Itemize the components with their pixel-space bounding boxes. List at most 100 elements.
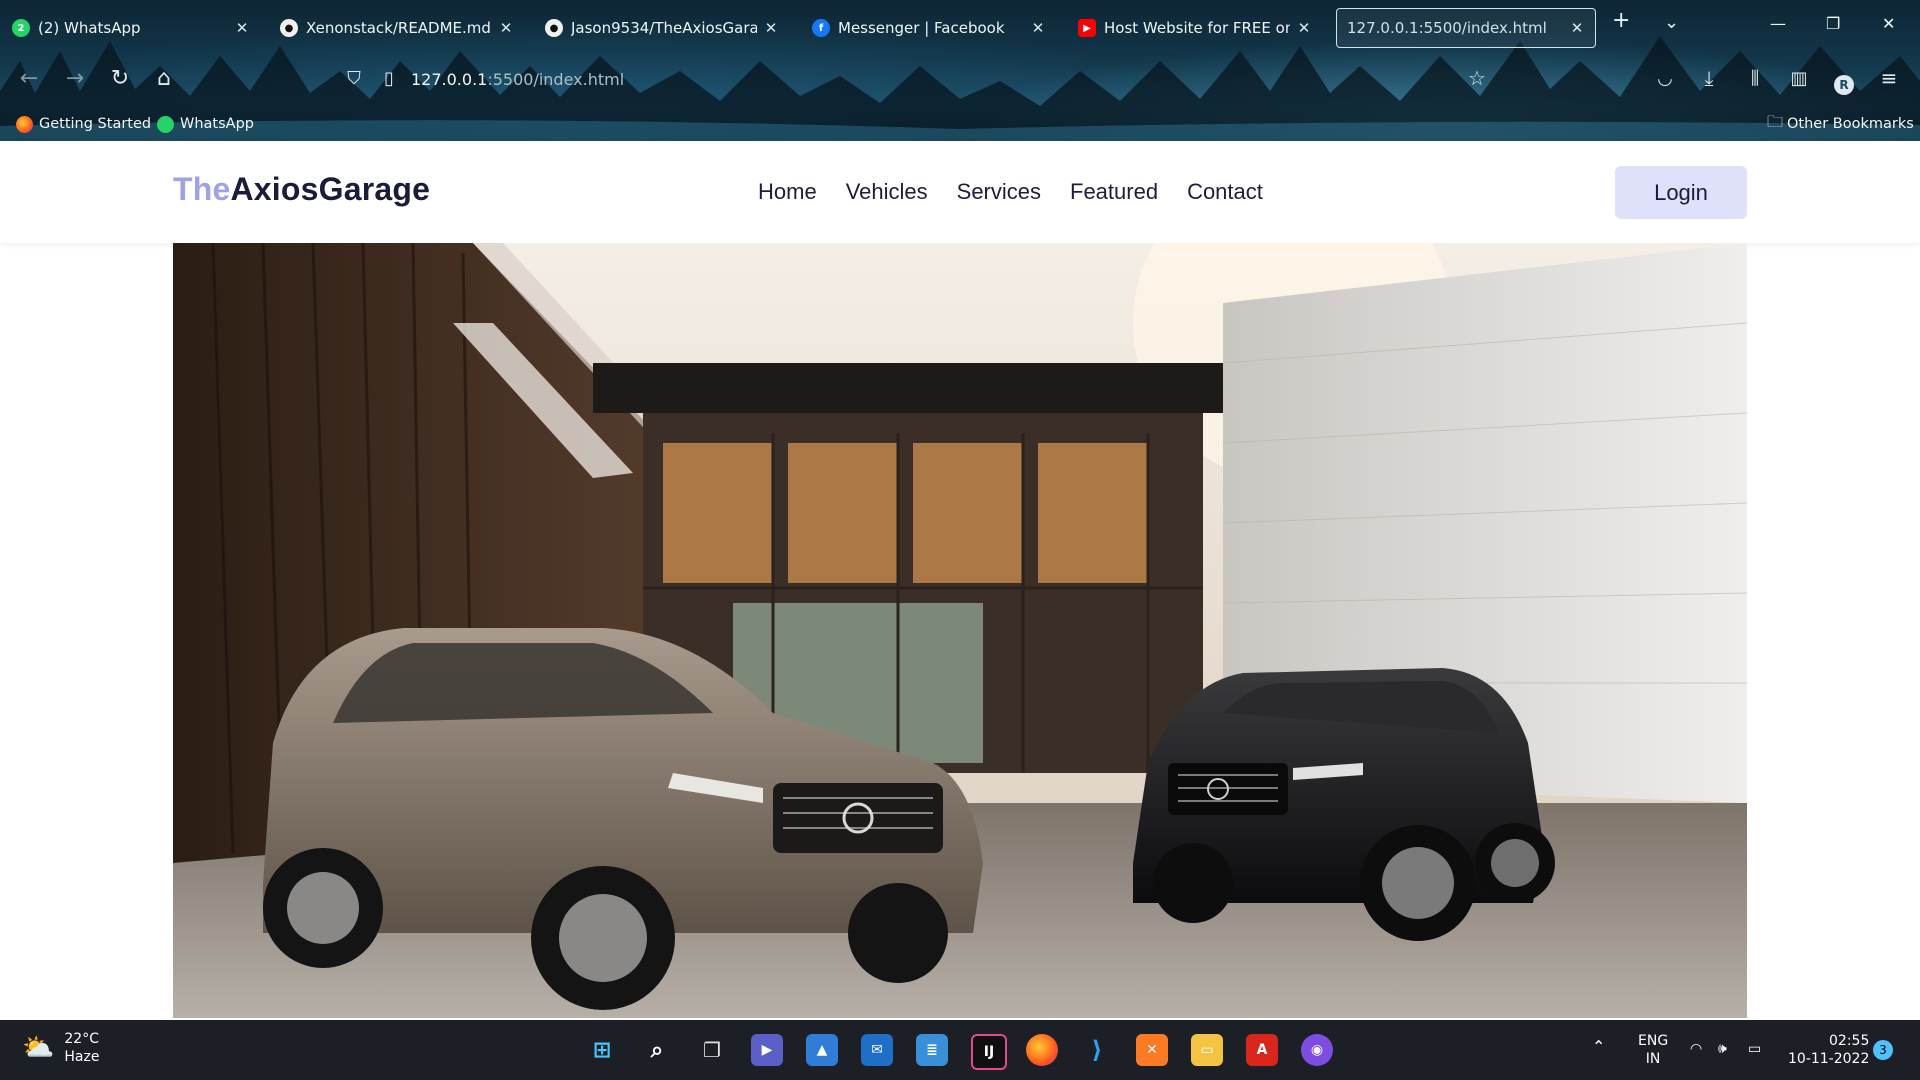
- menu-icon[interactable]: ≡: [1874, 66, 1904, 90]
- nav-vehicles[interactable]: Vehicles: [846, 179, 928, 205]
- logo-part-axiosgarage: AxiosGarage: [230, 171, 431, 207]
- date: 10-11-2022: [1788, 1051, 1870, 1067]
- mail-icon[interactable]: ✉: [861, 1034, 893, 1066]
- time: 02:55: [1829, 1033, 1870, 1049]
- start-icon[interactable]: ⊞: [586, 1034, 618, 1066]
- browser-chrome: 2 (2) WhatsApp ✕ ● Xenonstack/README.md …: [0, 0, 1920, 141]
- teams-icon[interactable]: ▶: [751, 1034, 783, 1066]
- close-tab-icon[interactable]: ✕: [1569, 19, 1585, 37]
- folder-icon: 🗀: [1767, 111, 1784, 131]
- acrobat-icon[interactable]: A: [1246, 1034, 1278, 1066]
- site-logo[interactable]: TheAxiosGarage: [173, 171, 430, 208]
- tab-github-axiosgarage[interactable]: ● Jason9534/TheAxiosGarage.g ✕: [535, 8, 789, 48]
- account-avatar[interactable]: R: [1829, 70, 1859, 95]
- navigation-toolbar: ← → ↻ ⌂ ⛉ ▯ 127.0.0.1:5500/index.html ☆ …: [0, 60, 1920, 102]
- notification-badge[interactable]: 3: [1873, 1040, 1893, 1060]
- new-tab-icon[interactable]: +: [1612, 8, 1630, 33]
- pocket-icon[interactable]: ◡: [1650, 68, 1680, 89]
- clock[interactable]: 02:55 10-11-2022: [1788, 1032, 1869, 1068]
- downloads-icon[interactable]: ⤓: [1694, 66, 1724, 90]
- page-info-icon[interactable]: ▯: [374, 68, 404, 89]
- tab-github-xenonstack[interactable]: ● Xenonstack/README.md at g ✕: [270, 8, 524, 48]
- vscode-icon[interactable]: ⟩: [1081, 1034, 1113, 1066]
- battery-icon[interactable]: ▭: [1748, 1040, 1761, 1058]
- wifi-icon[interactable]: ◠: [1690, 1040, 1702, 1058]
- hero-car-photo: [173, 243, 1747, 1018]
- firefox-icon[interactable]: [1026, 1034, 1058, 1066]
- shield-icon[interactable]: ⛉: [339, 68, 369, 89]
- close-tab-icon[interactable]: ✕: [498, 19, 514, 37]
- tab-messenger[interactable]: f Messenger | Facebook ✕: [802, 8, 1056, 48]
- nav-contact[interactable]: Contact: [1187, 179, 1263, 205]
- reload-icon[interactable]: ↻: [105, 66, 135, 91]
- library-icon[interactable]: ⫼: [1740, 68, 1770, 89]
- bookmark-label: WhatsApp: [180, 116, 254, 132]
- whatsapp-icon: 2: [12, 19, 30, 37]
- nav-featured[interactable]: Featured: [1070, 179, 1158, 205]
- language-indicator[interactable]: ENG IN: [1638, 1032, 1668, 1068]
- xampp-icon[interactable]: ✕: [1136, 1034, 1168, 1066]
- home-icon[interactable]: ⌂: [149, 66, 179, 91]
- close-tab-icon[interactable]: ✕: [1296, 19, 1312, 37]
- black-suv: [1133, 668, 1555, 941]
- intellij-icon[interactable]: IJ: [971, 1034, 1007, 1070]
- tab-title: 127.0.0.1:5500/index.html: [1347, 19, 1547, 37]
- main-nav: Home Vehicles Services Featured Contact: [758, 179, 1292, 205]
- other-bookmarks-label: Other Bookmarks: [1787, 116, 1914, 132]
- site-header: TheAxiosGarage Home Vehicles Services Fe…: [0, 141, 1920, 243]
- logo-part-the: The: [173, 171, 231, 207]
- notepad-icon[interactable]: ≣: [916, 1034, 948, 1066]
- bookmark-label: Getting Started: [39, 116, 152, 132]
- tab-title: Jason9534/TheAxiosGarage.g: [571, 19, 757, 37]
- close-window-icon[interactable]: ✕: [1882, 14, 1895, 33]
- windows-taskbar: ⛅ 22°C Haze ⊞ ⌕ ❐ ▶ ▲ ✉ ≣ IJ ⟩ ✕ ▭ A ◉ ⌃…: [0, 1020, 1920, 1080]
- weather-widget[interactable]: ⛅ 22°C Haze: [22, 1030, 99, 1066]
- bookmark-star-icon[interactable]: ☆: [1462, 66, 1492, 90]
- nav-home[interactable]: Home: [758, 179, 817, 205]
- list-tabs-icon[interactable]: ⌄: [1664, 12, 1679, 33]
- file-explorer-icon[interactable]: ▭: [1191, 1034, 1223, 1066]
- login-button[interactable]: Login: [1615, 166, 1747, 219]
- lang-code: ENG: [1638, 1033, 1669, 1049]
- facebook-icon: f: [812, 19, 830, 37]
- weather-condition: Haze: [64, 1049, 100, 1065]
- tab-title: (2) WhatsApp: [38, 19, 141, 37]
- volume-icon[interactable]: 🕪: [1718, 1040, 1727, 1058]
- close-tab-icon[interactable]: ✕: [234, 19, 250, 37]
- github-desktop-icon[interactable]: ◉: [1301, 1034, 1333, 1066]
- tab-title: Host Website for FREE on Git: [1104, 19, 1290, 37]
- github-icon: ●: [280, 19, 298, 37]
- close-tab-icon[interactable]: ✕: [1030, 19, 1046, 37]
- youtube-icon: ▶: [1078, 19, 1096, 37]
- photos-icon[interactable]: ▲: [806, 1034, 838, 1066]
- forward-icon[interactable]: →: [60, 66, 90, 91]
- search-icon[interactable]: ⌕: [641, 1034, 673, 1066]
- tab-strip: 2 (2) WhatsApp ✕ ● Xenonstack/README.md …: [0, 6, 1920, 50]
- url-host: 127.0.0.1: [411, 70, 488, 89]
- temperature: 22°C: [64, 1031, 99, 1047]
- task-view-icon[interactable]: ❐: [696, 1034, 728, 1066]
- nav-services[interactable]: Services: [957, 179, 1041, 205]
- bookmark-getting-started[interactable]: Getting Started: [16, 113, 151, 135]
- lang-region: IN: [1645, 1051, 1661, 1067]
- bookmark-whatsapp[interactable]: WhatsApp: [157, 113, 254, 135]
- back-icon[interactable]: ←: [14, 66, 44, 91]
- tab-title: Messenger | Facebook: [838, 19, 1005, 37]
- other-bookmarks[interactable]: 🗀 Other Bookmarks: [1767, 111, 1914, 135]
- url-path: :5500/index.html: [487, 70, 625, 89]
- tab-youtube[interactable]: ▶ Host Website for FREE on Git ✕: [1068, 8, 1322, 48]
- hero-image: [173, 243, 1747, 1018]
- sidebar-icon[interactable]: ▥: [1784, 68, 1814, 89]
- weather-haze-icon: ⛅: [22, 1033, 55, 1063]
- avatar-initial: R: [1834, 75, 1854, 95]
- firefox-icon: [16, 115, 33, 133]
- close-tab-icon[interactable]: ✕: [763, 19, 779, 37]
- restore-icon[interactable]: ❐: [1826, 14, 1840, 33]
- tab-whatsapp[interactable]: 2 (2) WhatsApp ✕: [2, 8, 260, 48]
- url-bar[interactable]: 127.0.0.1:5500/index.html: [411, 70, 624, 89]
- whatsapp-icon: [157, 115, 174, 133]
- github-icon: ●: [545, 19, 563, 37]
- show-hidden-icons-icon[interactable]: ⌃: [1592, 1038, 1605, 1056]
- tab-localhost[interactable]: 127.0.0.1:5500/index.html ✕: [1336, 8, 1596, 48]
- minimize-icon[interactable]: —: [1770, 14, 1786, 33]
